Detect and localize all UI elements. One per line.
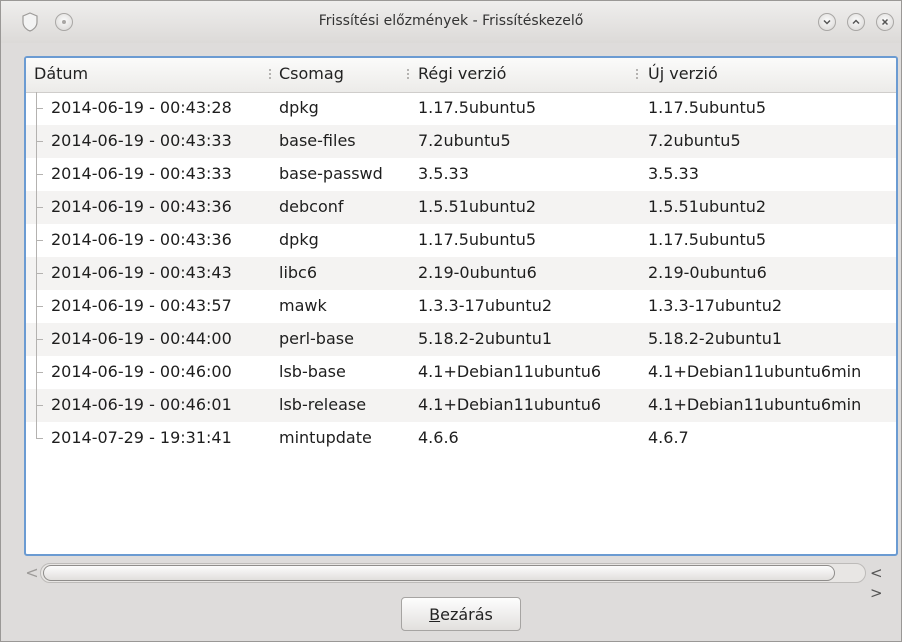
tree-branch-line: [36, 438, 43, 439]
cell-package: lsb-release: [279, 395, 367, 414]
table-header: Dátum Csomag Régi verzió Új verzió: [26, 58, 896, 93]
cell-date: 2014-06-19 - 00:44:00: [51, 329, 232, 348]
cell-new-version: 1.17.5ubuntu5: [648, 98, 767, 117]
column-header-old-version[interactable]: Régi verzió: [418, 64, 506, 83]
cell-old-version: 4.6.6: [418, 428, 459, 447]
cell-date: 2014-06-19 - 00:43:36: [51, 230, 232, 249]
cell-new-version: 4.6.7: [648, 428, 689, 447]
tree-branch-line: [36, 141, 43, 142]
cell-new-version: 2.19-0ubuntu6: [648, 263, 767, 282]
cell-package: debconf: [279, 197, 344, 216]
cell-old-version: 7.2ubuntu5: [418, 131, 511, 150]
table-row[interactable]: 2014-07-29 - 19:31:41 mintupdate 4.6.6 4.6.…: [26, 422, 896, 455]
cell-date: 2014-06-19 - 00:46:00: [51, 362, 232, 381]
cell-package: base-passwd: [279, 164, 383, 183]
cell-old-version: 4.1+Debian11ubuntu6: [418, 362, 602, 381]
scroll-right-arrows[interactable]: < >: [870, 563, 896, 602]
table-row[interactable]: 2014-06-19 - 00:43:36 dpkg 1.17.5ubuntu5 1.…: [26, 224, 896, 257]
cell-old-version: 2.19-0ubuntu6: [418, 263, 537, 282]
close-button-label: ezárás: [440, 604, 493, 624]
cell-new-version: 5.18.2-2ubuntu1: [648, 329, 783, 348]
minimize-icon[interactable]: [818, 13, 836, 31]
cell-package: mawk: [279, 296, 327, 315]
update-history-window: Frissítési előzmények - Frissítéskezelő …: [0, 0, 902, 642]
close-button-mnemonic: B: [429, 604, 441, 624]
table-row[interactable]: 2014-06-19 - 00:43:33 base-passwd 3.5.33 3.…: [26, 158, 896, 191]
cell-new-version: 1.5.51ubuntu2: [648, 197, 767, 216]
scroll-left-arrow[interactable]: <: [24, 563, 40, 583]
close-button[interactable]: Bezárás: [401, 597, 521, 631]
table-row[interactable]: 2014-06-19 - 00:44:00 perl-base 5.18.2-2ub…: [26, 323, 896, 356]
tree-branch-line: [36, 372, 43, 373]
cell-old-version: 4.1+Debian11ubuntu6: [418, 395, 602, 414]
cell-package: dpkg: [279, 98, 319, 117]
tree-branch-line: [36, 405, 43, 406]
title-bar[interactable]: Frissítési előzmények - Frissítéskezelő: [1, 1, 901, 43]
cell-date: 2014-06-19 - 00:43:33: [51, 164, 232, 183]
column-header-package[interactable]: Csomag: [279, 64, 344, 83]
tree-line: [36, 92, 37, 439]
table-row[interactable]: 2014-06-19 - 00:43:43 libc6 2.19-0ubuntu6 2…: [26, 257, 896, 290]
table-row[interactable]: 2014-06-19 - 00:43:28 dpkg 1.17.5ubuntu5 1.…: [26, 92, 896, 125]
column-header-new-version[interactable]: Új verzió: [648, 64, 718, 83]
horizontal-scrollbar[interactable]: < < >: [24, 561, 898, 602]
table-row[interactable]: 2014-06-19 - 00:43:57 mawk 1.3.3-17ubuntu2…: [26, 290, 896, 323]
cell-package: lsb-base: [279, 362, 346, 381]
tree-branch-line: [36, 174, 43, 175]
tree-branch-line: [36, 207, 43, 208]
cell-date: 2014-06-19 - 00:43:57: [51, 296, 232, 315]
history-tree-view[interactable]: Dátum Csomag Régi verzió Új verzió 2014-…: [24, 56, 898, 556]
cell-package: dpkg: [279, 230, 319, 249]
cell-date: 2014-06-19 - 00:43:43: [51, 263, 232, 282]
cell-date: 2014-07-29 - 19:31:41: [51, 428, 232, 447]
cell-package: base-files: [279, 131, 356, 150]
cell-package: mintupdate: [279, 428, 372, 447]
cell-date: 2014-06-19 - 00:43:33: [51, 131, 232, 150]
scroll-track[interactable]: [40, 563, 866, 583]
cell-package: perl-base: [279, 329, 354, 348]
tree-branch-line: [36, 273, 43, 274]
column-resize-handle[interactable]: [269, 68, 271, 81]
cell-old-version: 5.18.2-2ubuntu1: [418, 329, 553, 348]
column-resize-handle[interactable]: [636, 68, 638, 81]
cell-old-version: 1.17.5ubuntu5: [418, 98, 537, 117]
tree-branch-line: [36, 306, 43, 307]
maximize-icon[interactable]: [847, 13, 865, 31]
cell-new-version: 3.5.33: [648, 164, 699, 183]
cell-new-version: 1.17.5ubuntu5: [648, 230, 767, 249]
cell-new-version: 1.3.3-17ubuntu2: [648, 296, 783, 315]
cell-package: libc6: [279, 263, 318, 282]
cell-date: 2014-06-19 - 00:43:36: [51, 197, 232, 216]
cell-date: 2014-06-19 - 00:46:01: [51, 395, 232, 414]
table-row[interactable]: 2014-06-19 - 00:43:36 debconf 1.5.51ubuntu…: [26, 191, 896, 224]
cell-new-version: 4.1+Debian11ubuntu6min: [648, 395, 862, 414]
cell-old-version: 3.5.33: [418, 164, 469, 183]
table-row[interactable]: 2014-06-19 - 00:43:33 base-files 7.2ubuntu…: [26, 125, 896, 158]
cell-new-version: 7.2ubuntu5: [648, 131, 741, 150]
scroll-thumb[interactable]: [43, 565, 835, 581]
column-resize-handle[interactable]: [407, 68, 409, 81]
tree-branch-line: [36, 240, 43, 241]
cell-old-version: 1.5.51ubuntu2: [418, 197, 537, 216]
tree-branch-line: [36, 339, 43, 340]
window-title: Frissítési előzmények - Frissítéskezelő: [318, 13, 584, 29]
close-icon[interactable]: [876, 13, 894, 31]
cell-date: 2014-06-19 - 00:43:28: [51, 98, 232, 117]
cell-new-version: 4.1+Debian11ubuntu6min: [648, 362, 862, 381]
tree-branch-line: [36, 108, 43, 109]
table-row[interactable]: 2014-06-19 - 00:46:00 lsb-base 4.1+Debian1…: [26, 356, 896, 389]
column-header-date[interactable]: Dátum: [34, 64, 88, 83]
cell-old-version: 1.17.5ubuntu5: [418, 230, 537, 249]
cell-old-version: 1.3.3-17ubuntu2: [418, 296, 553, 315]
table-row[interactable]: 2014-06-19 - 00:46:01 lsb-release 4.1+Debi…: [26, 389, 896, 422]
